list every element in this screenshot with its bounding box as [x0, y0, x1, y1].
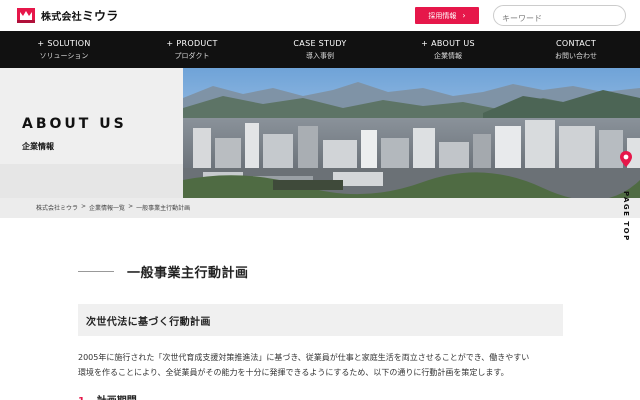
nav-item-label: CONTACT: [555, 38, 597, 48]
section-title: 次世代法に基づく行動計画: [86, 316, 211, 328]
hero-city-photo: [183, 68, 640, 198]
nav-item-label: PRODUCT: [176, 38, 218, 48]
map-pin-icon[interactable]: [619, 150, 633, 168]
hero-band: [0, 164, 183, 200]
logo-text-name: ミウラ: [81, 8, 119, 23]
breadcrumb-home[interactable]: 株式会社ミウラ: [36, 203, 78, 212]
chevron-right-icon: ›: [462, 11, 466, 20]
hero-subtitle: 企業情報: [22, 142, 54, 151]
breadcrumb-current: 一般事業主行動計画: [136, 205, 191, 212]
intro-paragraph-line-2: 環境を作ることにより、全従業員がその能力を十分に発揮できるようにするため、以下の…: [78, 368, 509, 377]
nav-item-sublabel: 企業情報: [434, 51, 462, 60]
nav-item-case-study[interactable]: CASE STUDY 導入事例: [256, 31, 384, 68]
nav-item-label: ABOUT US: [431, 38, 475, 48]
plan-item-title: 計画期間: [97, 392, 137, 400]
logo-text: 株式会社ミウラ: [41, 7, 118, 24]
search-input[interactable]: [502, 9, 622, 28]
search-box[interactable]: [493, 5, 626, 28]
nav-item-sublabel: ソリューション: [39, 51, 89, 60]
logo-text-company: 株式会社: [41, 11, 82, 23]
nav-item-sublabel: お問い合わせ: [555, 51, 597, 60]
breadcrumb-about[interactable]: 企業情報一覧: [89, 203, 125, 212]
plan-item-heading: 1. 計画期間: [78, 392, 137, 400]
recruit-button[interactable]: 採用情報 ›: [415, 7, 479, 24]
plan-item-number: 1.: [78, 396, 89, 400]
nav-item-sublabel: プロダクト: [174, 51, 210, 60]
breadcrumb-separator: >: [128, 203, 134, 210]
hero-title: ABOUT US: [22, 116, 127, 132]
nav-item-label: SOLUTION: [47, 38, 91, 48]
nav-item-sublabel: 導入事例: [306, 51, 334, 60]
intro-paragraph-line-1: 2005年に施行された「次世代育成支援対策推進法」に基づき、従業員が仕事と家庭生…: [78, 353, 530, 362]
section-heading-box: 次世代法に基づく行動計画: [78, 304, 563, 336]
page-top-button[interactable]: PAGE TOP: [620, 190, 632, 242]
logo-mark-icon: [16, 5, 36, 25]
global-nav: + SOLUTION ソリューション + PRODUCT プロダクト CASE ST…: [0, 31, 640, 68]
nav-item-solution[interactable]: + SOLUTION ソリューション: [0, 31, 128, 68]
page-title: 一般事業主行動計画: [127, 266, 249, 281]
nav-item-en: + PRODUCT: [166, 39, 217, 48]
intro-paragraph: 2005年に施行された「次世代育成支援対策推進法」に基づき、従業員が仕事と家庭生…: [78, 350, 568, 380]
plus-icon: +: [421, 38, 429, 48]
company-logo[interactable]: 株式会社ミウラ: [16, 5, 118, 25]
breadcrumb: 株式会社ミウラ > 企業情報一覧 > 一般事業主行動計画: [36, 203, 190, 212]
nav-item-en: + SOLUTION: [37, 39, 90, 48]
nav-item-en: + ABOUT US: [421, 39, 475, 48]
nav-item-en: CASE STUDY: [293, 39, 346, 48]
plus-icon: +: [166, 38, 174, 48]
nav-item-contact[interactable]: CONTACT お問い合わせ: [512, 31, 640, 68]
heading-rule: [78, 271, 114, 272]
page-heading-row: 一般事業主行動計画: [78, 262, 249, 281]
plus-icon: +: [37, 38, 45, 48]
nav-item-about-us[interactable]: + ABOUT US 企業情報: [384, 31, 512, 68]
site-header: 株式会社ミウラ 採用情報 ›: [0, 0, 640, 31]
nav-item-label: CASE STUDY: [293, 38, 347, 48]
nav-item-en: CONTACT: [556, 39, 596, 48]
recruit-button-label: 採用情報: [428, 11, 457, 20]
breadcrumb-separator: >: [81, 203, 87, 210]
nav-item-product[interactable]: + PRODUCT プロダクト: [128, 31, 256, 68]
